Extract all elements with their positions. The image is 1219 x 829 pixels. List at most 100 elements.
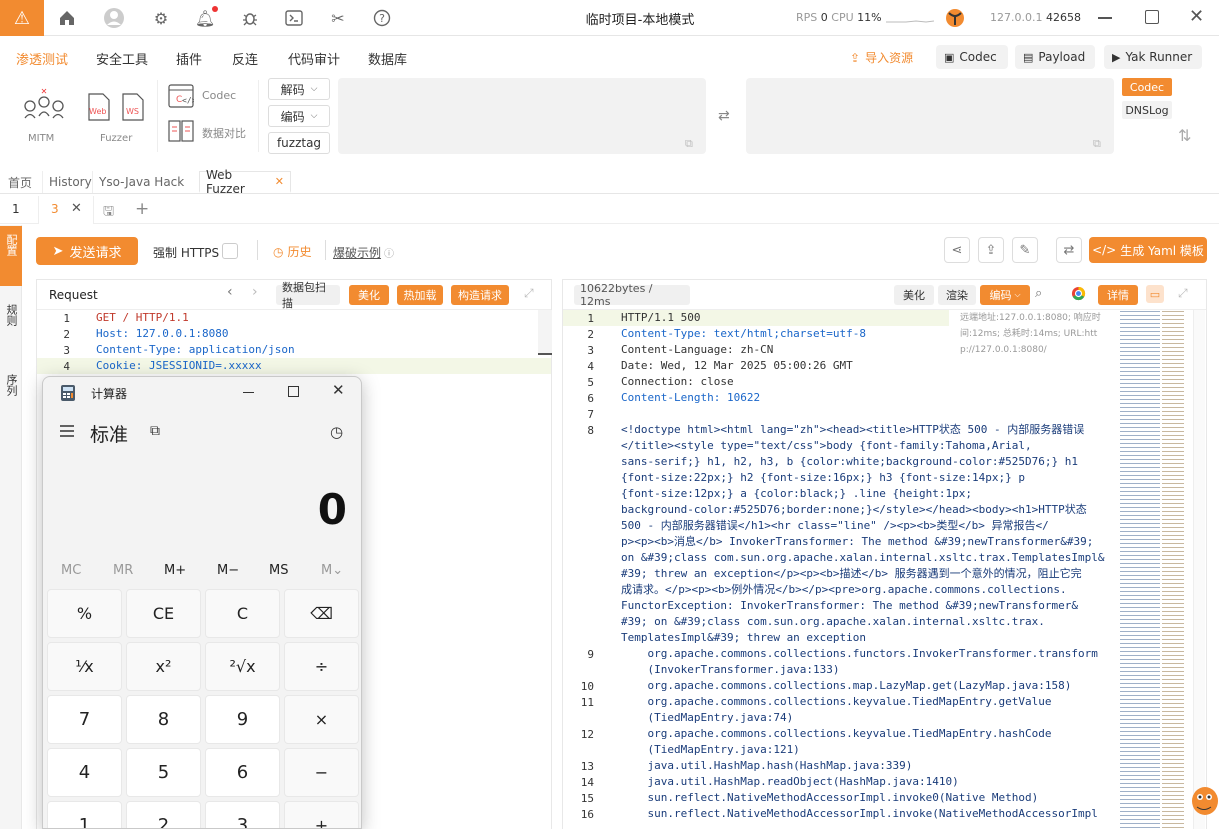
menu-code-audit[interactable]: 代码审计 — [288, 49, 340, 68]
maximize-icon[interactable] — [1145, 10, 1159, 24]
share-icon[interactable]: ⋖ — [944, 237, 970, 263]
digit-6-key[interactable]: 6 — [205, 748, 280, 797]
avatar-icon[interactable] — [102, 6, 126, 30]
codec-tool-label[interactable]: Codec — [202, 89, 236, 102]
codec-output-area[interactable] — [746, 78, 1114, 154]
response-editor[interactable]: 1 HTTP/1.1 500 2 Content-Type: text/html;ch… — [572, 310, 1105, 822]
close-icon[interactable]: ✕ — [1189, 6, 1204, 27]
decode-select[interactable]: 解码 ⌵ — [268, 78, 330, 100]
mitm-icon[interactable]: ✕ — [22, 87, 66, 124]
encode-response-select[interactable]: 编码 ⌵ — [980, 285, 1030, 305]
force-https-checkbox[interactable] — [222, 243, 238, 259]
search-icon[interactable]: ⌕ — [1035, 286, 1042, 301]
ws-fuzzer-icon[interactable]: WS — [120, 92, 146, 122]
chevron-right-icon[interactable]: › — [252, 284, 258, 300]
hamburger-menu-icon[interactable] — [59, 424, 75, 438]
terminal-icon[interactable] — [282, 6, 306, 30]
tools-icon[interactable]: ✂ — [326, 6, 350, 30]
scrollbar[interactable] — [538, 310, 552, 355]
maximize-icon[interactable] — [288, 386, 299, 397]
compare-icon[interactable] — [168, 119, 194, 143]
close-icon[interactable]: ✕ — [71, 201, 82, 216]
memory-clear-button[interactable]: MC — [61, 563, 81, 578]
digit-3-key[interactable]: 3 — [205, 801, 280, 828]
menu-security-tools[interactable]: 安全工具 — [96, 49, 148, 68]
subtab-3[interactable]: 3 ✕ — [38, 196, 94, 224]
chevron-left-icon[interactable]: ‹ — [227, 284, 233, 300]
menu-database[interactable]: 数据库 — [368, 49, 407, 68]
tab-web-fuzzer[interactable]: Web Fuzzer ✕ — [199, 168, 291, 196]
memory-add-button[interactable]: M+ — [164, 563, 186, 578]
edit-icon[interactable]: ✎ — [1012, 237, 1038, 263]
multiply-key[interactable]: × — [284, 695, 359, 744]
digit-5-key[interactable]: 5 — [126, 748, 201, 797]
home-icon[interactable] — [55, 6, 79, 30]
digit-1-key[interactable]: 1 — [47, 801, 122, 828]
square-root-key[interactable]: ²√x — [205, 642, 280, 691]
packet-scan-button[interactable]: 数据包扫描 — [276, 281, 340, 310]
beautify-request-button[interactable]: 美化 — [349, 285, 389, 305]
add-key[interactable]: + — [284, 801, 359, 828]
sidebar-item-rules[interactable]: 规则 — [0, 300, 22, 350]
sort-icon[interactable]: ⇅ — [1178, 126, 1191, 145]
digit-7-key[interactable]: 7 — [47, 695, 122, 744]
digit-8-key[interactable]: 8 — [126, 695, 201, 744]
subtract-key[interactable]: − — [284, 748, 359, 797]
close-icon[interactable]: ✕ — [275, 175, 284, 188]
memory-store-button[interactable]: MS — [269, 563, 288, 578]
copy-icon[interactable]: ⧉ — [1093, 137, 1101, 151]
keep-on-top-icon[interactable]: ⧉ — [150, 423, 160, 439]
sidebar-item-config[interactable]: 配置 — [0, 226, 22, 286]
menu-pentest[interactable]: 渗透测试 — [16, 49, 68, 68]
close-icon[interactable]: ✕ — [332, 381, 345, 399]
swap-icon[interactable]: ⇄ — [718, 108, 730, 124]
scrollbar[interactable] — [1193, 310, 1205, 829]
settings-icon[interactable]: ⚙ — [149, 6, 173, 30]
web-fuzzer-icon[interactable]: Web — [86, 92, 112, 122]
menu-reverse[interactable]: 反连 — [232, 49, 258, 68]
memory-list-button[interactable]: M⌄ — [321, 563, 343, 578]
backspace-key[interactable]: ⌫ — [284, 589, 359, 638]
digit-2-key[interactable]: 2 — [126, 801, 201, 828]
digit-4-key[interactable]: 4 — [47, 748, 122, 797]
beautify-response-button[interactable]: 美化 — [894, 285, 934, 305]
history-icon[interactable]: ◷ — [330, 423, 343, 441]
tab-yso-java-hack[interactable]: Yso-Java Hack — [92, 171, 190, 193]
divide-key[interactable]: ÷ — [284, 642, 359, 691]
send-request-button[interactable]: ➤ 发送请求 — [36, 237, 138, 265]
minimap[interactable] — [1118, 310, 1192, 829]
yak-runner-button[interactable]: ▶ Yak Runner — [1104, 45, 1202, 69]
request-editor[interactable]: 1 GET / HTTP/1.1 2 Host: 127.0.0.1:8080 … — [52, 310, 294, 374]
dnslog-tag[interactable]: DNSLog — [1122, 101, 1172, 119]
reciprocal-key[interactable]: ¹⁄x — [47, 642, 122, 691]
detail-button[interactable]: 详情 — [1098, 285, 1138, 305]
codec-tag[interactable]: Codec — [1122, 78, 1172, 96]
render-button[interactable]: 渲染 — [938, 285, 976, 305]
import-resource-button[interactable]: ⇪ 导入资源 — [850, 49, 913, 66]
swap-icon[interactable]: ⇄ — [1056, 237, 1082, 263]
warning-icon[interactable]: ⚠ — [0, 0, 44, 36]
blast-example-link[interactable]: 爆破示例 ⓘ — [333, 244, 394, 261]
clear-key[interactable]: C — [205, 589, 280, 638]
memory-subtract-button[interactable]: M− — [217, 563, 239, 578]
clear-entry-key[interactable]: CE — [126, 589, 201, 638]
compare-label[interactable]: 数据对比 — [202, 125, 246, 141]
hot-load-button[interactable]: 热加载 — [397, 285, 443, 305]
comment-icon[interactable]: ▭ — [1146, 285, 1164, 303]
payload-button[interactable]: ▤ Payload — [1015, 45, 1095, 69]
build-request-button[interactable]: 构造请求 — [451, 285, 509, 305]
add-tab-icon[interactable]: + — [135, 199, 149, 219]
codec-top-button[interactable]: ▣ Codec — [936, 45, 1008, 69]
copy-icon[interactable]: ⧉ — [685, 137, 693, 151]
digit-9-key[interactable]: 9 — [205, 695, 280, 744]
encode-select[interactable]: 编码 ⌵ — [268, 105, 330, 127]
sidebar-item-sequence[interactable]: 序列 — [0, 370, 22, 420]
tab-history[interactable]: History — [42, 171, 98, 193]
square-key[interactable]: x² — [126, 642, 201, 691]
generate-yaml-button[interactable]: </> 生成 Yaml 模板 — [1089, 237, 1207, 263]
subtab-1[interactable]: 1 — [12, 202, 20, 216]
fuzztag-button[interactable]: fuzztag — [268, 132, 330, 154]
tab-home[interactable]: 首页 — [2, 171, 38, 193]
fullscreen-icon[interactable]: ⤢ — [1178, 286, 1188, 301]
codec-input-area[interactable] — [338, 78, 706, 154]
